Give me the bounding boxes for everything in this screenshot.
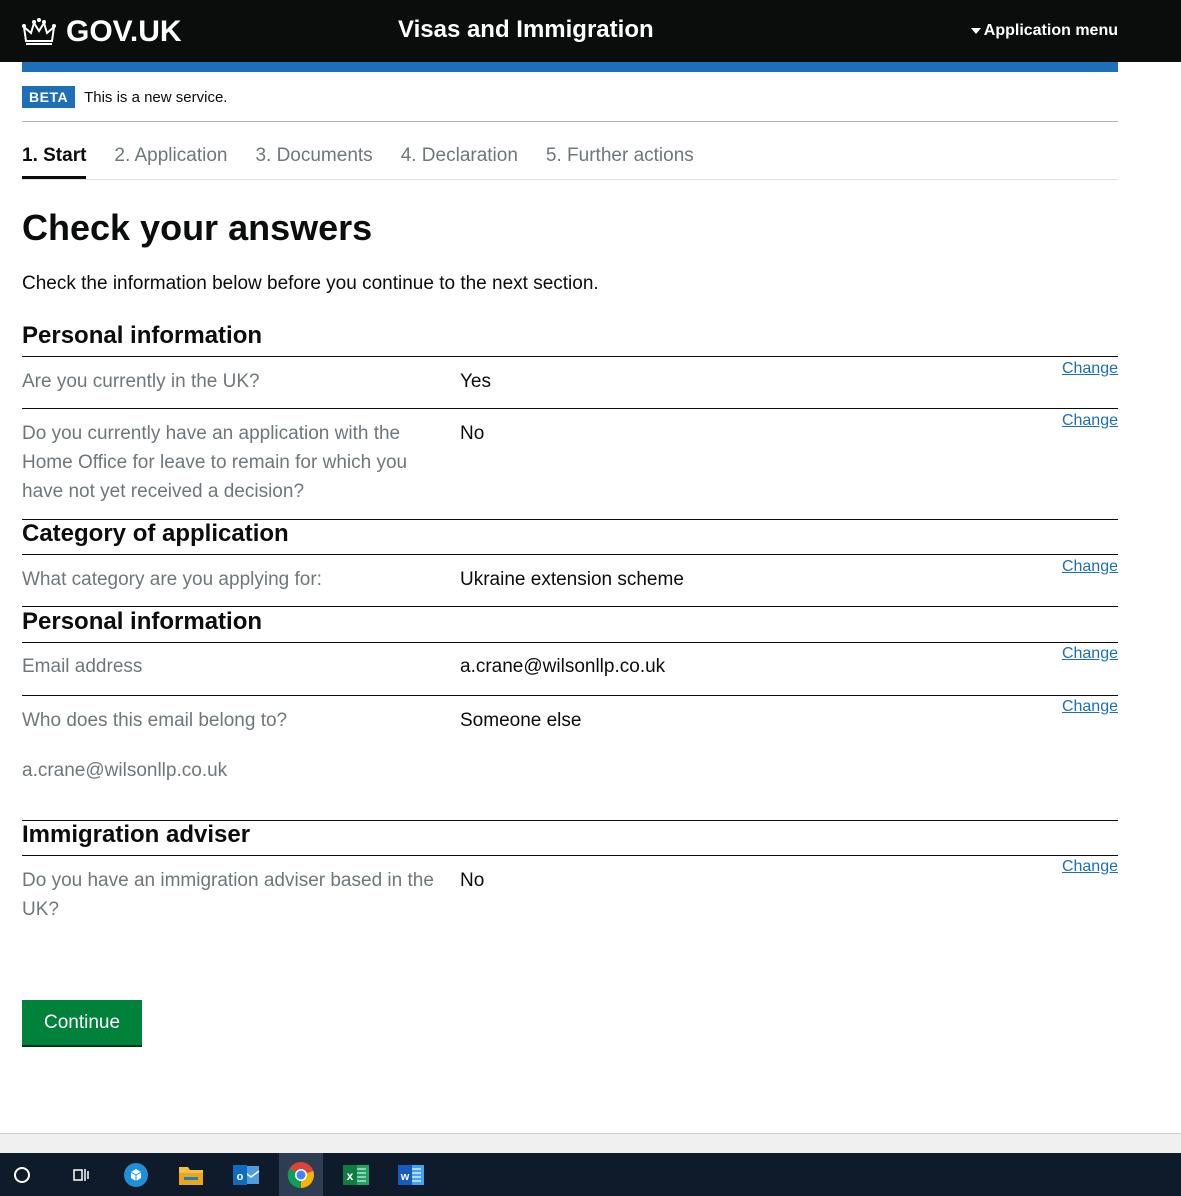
answer-immigration-adviser: No bbox=[460, 870, 485, 891]
step-declaration[interactable]: 4. Declaration bbox=[401, 144, 518, 180]
logo-text: GOV.UK bbox=[66, 15, 182, 48]
header-container: GOV.UK Visas and Immigration Application… bbox=[22, 0, 1118, 62]
row-rule bbox=[22, 695, 1118, 696]
question-email-owner: Who does this email belong to? bbox=[22, 710, 288, 731]
page-title: Check your answers bbox=[22, 207, 373, 248]
app-icon[interactable] bbox=[114, 1153, 158, 1196]
change-link-category[interactable]: Change bbox=[1062, 558, 1118, 576]
phase-banner: BETA This is a new service. bbox=[22, 86, 227, 108]
beta-tag: BETA bbox=[22, 86, 76, 108]
change-link-email[interactable]: Change bbox=[1062, 645, 1118, 663]
outlook-icon[interactable]: o bbox=[224, 1153, 268, 1196]
change-link-email-owner[interactable]: Change bbox=[1062, 698, 1118, 716]
question-email: Email address bbox=[22, 656, 143, 677]
change-link-pending-application[interactable]: Change bbox=[1062, 412, 1118, 430]
section-heading-personal-information: Personal information bbox=[22, 322, 263, 349]
excel-icon[interactable]: x bbox=[334, 1153, 378, 1196]
section-heading-category: Category of application bbox=[22, 520, 289, 547]
section-rule bbox=[22, 356, 1118, 357]
section-rule bbox=[22, 554, 1118, 555]
file-explorer-icon[interactable] bbox=[169, 1153, 213, 1196]
email-owner-detail: a.crane@wilsonllp.co.uk bbox=[22, 760, 228, 781]
question-category: What category are you applying for: bbox=[22, 569, 322, 590]
divider bbox=[22, 121, 1118, 122]
answer-category: Ukraine extension scheme bbox=[460, 569, 684, 590]
application-menu-toggle[interactable]: Application menu bbox=[970, 22, 1118, 40]
answer-pending-application: No bbox=[460, 423, 485, 444]
continue-button[interactable]: Continue bbox=[22, 1000, 142, 1045]
crown-icon bbox=[22, 18, 56, 45]
svg-text:x: x bbox=[347, 1169, 354, 1183]
task-view-icon[interactable] bbox=[59, 1153, 103, 1196]
answer-email-owner: Someone else bbox=[460, 710, 582, 731]
section-heading-personal-information-2: Personal information bbox=[22, 608, 263, 635]
word-icon[interactable]: w bbox=[389, 1153, 433, 1196]
section-rule bbox=[22, 642, 1118, 643]
progress-steps: 1. Start 2. Application 3. Documents 4. … bbox=[22, 144, 722, 180]
svg-text:w: w bbox=[400, 1171, 410, 1183]
question-pending-application: Do you currently have an application wit… bbox=[22, 423, 408, 502]
section-heading-immigration-adviser: Immigration adviser bbox=[22, 821, 251, 848]
row-rule bbox=[22, 408, 1118, 409]
beta-text: This is a new service. bbox=[84, 88, 228, 106]
header-blue-bar bbox=[22, 62, 1118, 72]
svg-text:o: o bbox=[237, 1171, 244, 1183]
step-documents[interactable]: 3. Documents bbox=[255, 144, 372, 180]
chrome-icon[interactable] bbox=[279, 1153, 323, 1196]
application-menu-label: Application menu bbox=[983, 22, 1118, 39]
intro-text: Check the information below before you c… bbox=[22, 273, 599, 294]
service-name-link[interactable]: Visas and Immigration bbox=[398, 16, 654, 44]
govuk-logo-link[interactable]: GOV.UK bbox=[22, 14, 182, 50]
answer-in-uk: Yes bbox=[460, 371, 491, 392]
question-immigration-adviser: Do you have an immigration adviser based… bbox=[22, 870, 434, 920]
change-link-immigration-adviser[interactable]: Change bbox=[1062, 858, 1118, 876]
section-rule bbox=[22, 855, 1118, 856]
step-start[interactable]: 1. Start bbox=[22, 144, 87, 180]
answer-email: a.crane@wilsonllp.co.uk bbox=[460, 656, 666, 677]
divider bbox=[22, 179, 1118, 180]
question-in-uk: Are you currently in the UK? bbox=[22, 371, 260, 392]
govuk-header: GOV.UK Visas and Immigration Application… bbox=[0, 0, 1181, 62]
step-further-actions[interactable]: 5. Further actions bbox=[546, 144, 694, 180]
windows-taskbar: o x w bbox=[0, 1153, 1181, 1196]
step-application[interactable]: 2. Application bbox=[114, 144, 227, 180]
browser-bottom-edge bbox=[0, 1133, 1181, 1153]
search-icon[interactable] bbox=[0, 1153, 44, 1196]
change-link-in-uk[interactable]: Change bbox=[1062, 360, 1118, 378]
caret-down-icon bbox=[970, 28, 981, 34]
